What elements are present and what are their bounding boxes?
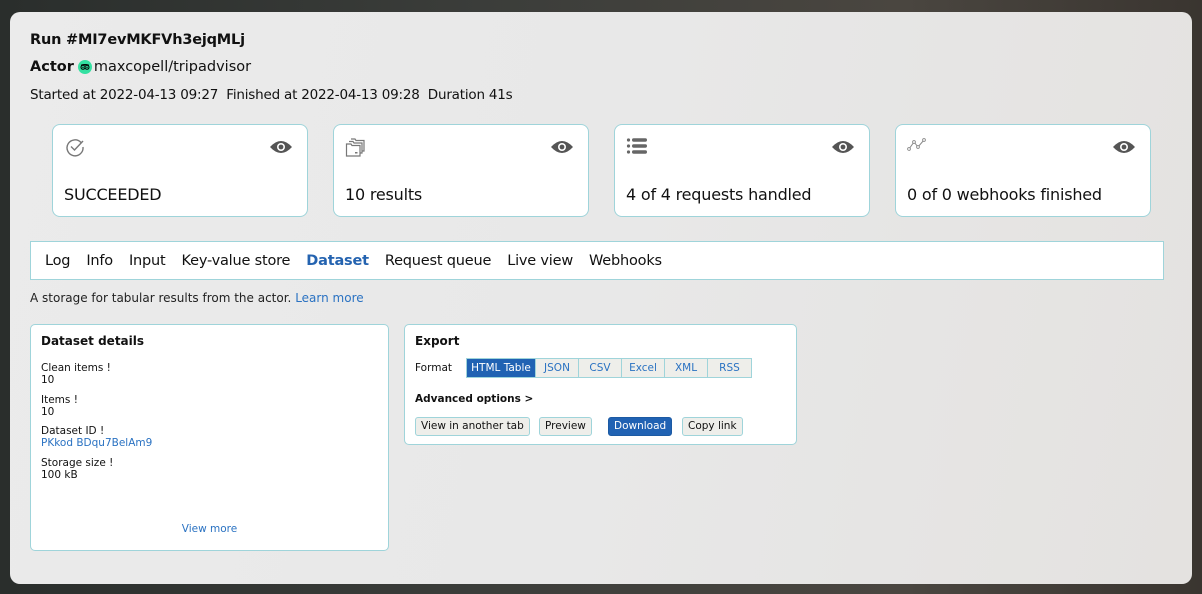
storage-size-row: Storage size ! 100 kB	[41, 457, 113, 481]
actor-line: Actor maxcopell/tripadvisor	[30, 59, 251, 75]
tab-webhooks[interactable]: Webhooks	[589, 253, 662, 269]
dataset-id-row: Dataset ID ! PKkod BDqu7BelAm9	[41, 425, 152, 449]
download-button[interactable]: Download	[608, 417, 673, 436]
format-excel[interactable]: Excel	[622, 359, 665, 377]
tab-dataset[interactable]: Dataset	[306, 253, 369, 269]
finished-value: 2022-04-13 09:28	[301, 87, 420, 103]
format-html-table[interactable]: HTML Table	[467, 359, 536, 377]
format-label: Format	[415, 362, 453, 374]
duration-value: 41s	[488, 87, 513, 103]
started-label: Started at	[30, 87, 96, 103]
webhooks-value: 0 of 0 webhooks finished	[907, 185, 1102, 204]
learn-more-link[interactable]: Learn more	[295, 291, 363, 305]
tab-log[interactable]: Log	[45, 253, 71, 269]
tab-input[interactable]: Input	[129, 253, 166, 269]
format-rss[interactable]: RSS	[708, 359, 751, 377]
format-xml[interactable]: XML	[665, 359, 708, 377]
webhooks-card: 0 of 0 webhooks finished	[895, 124, 1151, 217]
preview-button[interactable]: Preview	[539, 417, 592, 436]
run-timing: Started at 2022-04-13 09:27 Finished at 20…	[30, 87, 516, 103]
export-title: Export	[415, 334, 460, 348]
line-chart-icon	[907, 138, 926, 151]
dataset-description: A storage for tabular results from the a…	[30, 291, 364, 305]
status-card: SUCCEEDED	[52, 124, 308, 217]
tripadvisor-owl-icon	[77, 60, 92, 74]
clean-items-row: Clean items ! 10	[41, 362, 111, 386]
view-in-another-tab-button[interactable]: View in another tab	[415, 417, 530, 436]
finished-label: Finished at	[226, 87, 298, 103]
clean-items-label: Clean items !	[41, 362, 111, 374]
format-selector: HTML Table JSON CSV Excel XML RSS	[466, 358, 752, 378]
dataset-details-title: Dataset details	[41, 334, 145, 348]
actor-name-link[interactable]: maxcopell/tripadvisor	[94, 59, 251, 75]
items-row: Items ! 10	[41, 394, 78, 418]
tab-info[interactable]: Info	[86, 253, 113, 269]
storage-size-label: Storage size !	[41, 457, 114, 469]
run-title: Run #MI7evMKFVh3ejqMLj	[30, 32, 245, 48]
list-icon	[626, 138, 647, 154]
clean-items-value: 10	[41, 374, 55, 386]
view-more-link[interactable]: View more	[31, 523, 388, 535]
dataset-details-box: Dataset details Clean items ! 10 Items !…	[30, 324, 389, 551]
folders-icon	[345, 138, 365, 157]
description-text: A storage for tabular results from the a…	[30, 291, 292, 305]
eye-icon[interactable]	[1112, 139, 1136, 155]
started-value: 2022-04-13 09:27	[99, 87, 219, 103]
tab-live-view[interactable]: Live view	[507, 253, 573, 269]
items-label: Items !	[41, 394, 78, 406]
eye-icon[interactable]	[269, 139, 293, 155]
status-value: SUCCEEDED	[64, 185, 162, 204]
items-value: 10	[41, 406, 55, 418]
results-card: 10 results	[333, 124, 589, 217]
actor-label: Actor	[30, 59, 74, 75]
dataset-id-label: Dataset ID !	[41, 425, 105, 437]
check-circle-icon	[66, 139, 84, 157]
advanced-options-toggle[interactable]: Advanced options >	[415, 393, 533, 405]
run-tabs: Log Info Input Key-value store Dataset R…	[30, 241, 1164, 280]
copy-link-button[interactable]: Copy link	[682, 417, 743, 436]
duration-label: Duration	[427, 87, 485, 103]
requests-card: 4 of 4 requests handled	[614, 124, 870, 217]
eye-icon[interactable]	[831, 139, 855, 155]
results-value: 10 results	[345, 185, 423, 204]
dataset-id-link[interactable]: PKkod BDqu7BelAm9	[41, 437, 152, 449]
eye-icon[interactable]	[550, 139, 574, 155]
format-csv[interactable]: CSV	[579, 359, 622, 377]
export-box: Export Format HTML Table JSON CSV Excel …	[404, 324, 797, 445]
tab-request-queue[interactable]: Request queue	[385, 253, 492, 269]
run-detail-panel: Run #MI7evMKFVh3ejqMLj Actor maxcopell/t…	[10, 12, 1192, 584]
tab-key-value-store[interactable]: Key-value store	[182, 253, 291, 269]
storage-size-value: 100 kB	[41, 469, 78, 481]
requests-value: 4 of 4 requests handled	[626, 185, 812, 204]
format-json[interactable]: JSON	[536, 359, 579, 377]
